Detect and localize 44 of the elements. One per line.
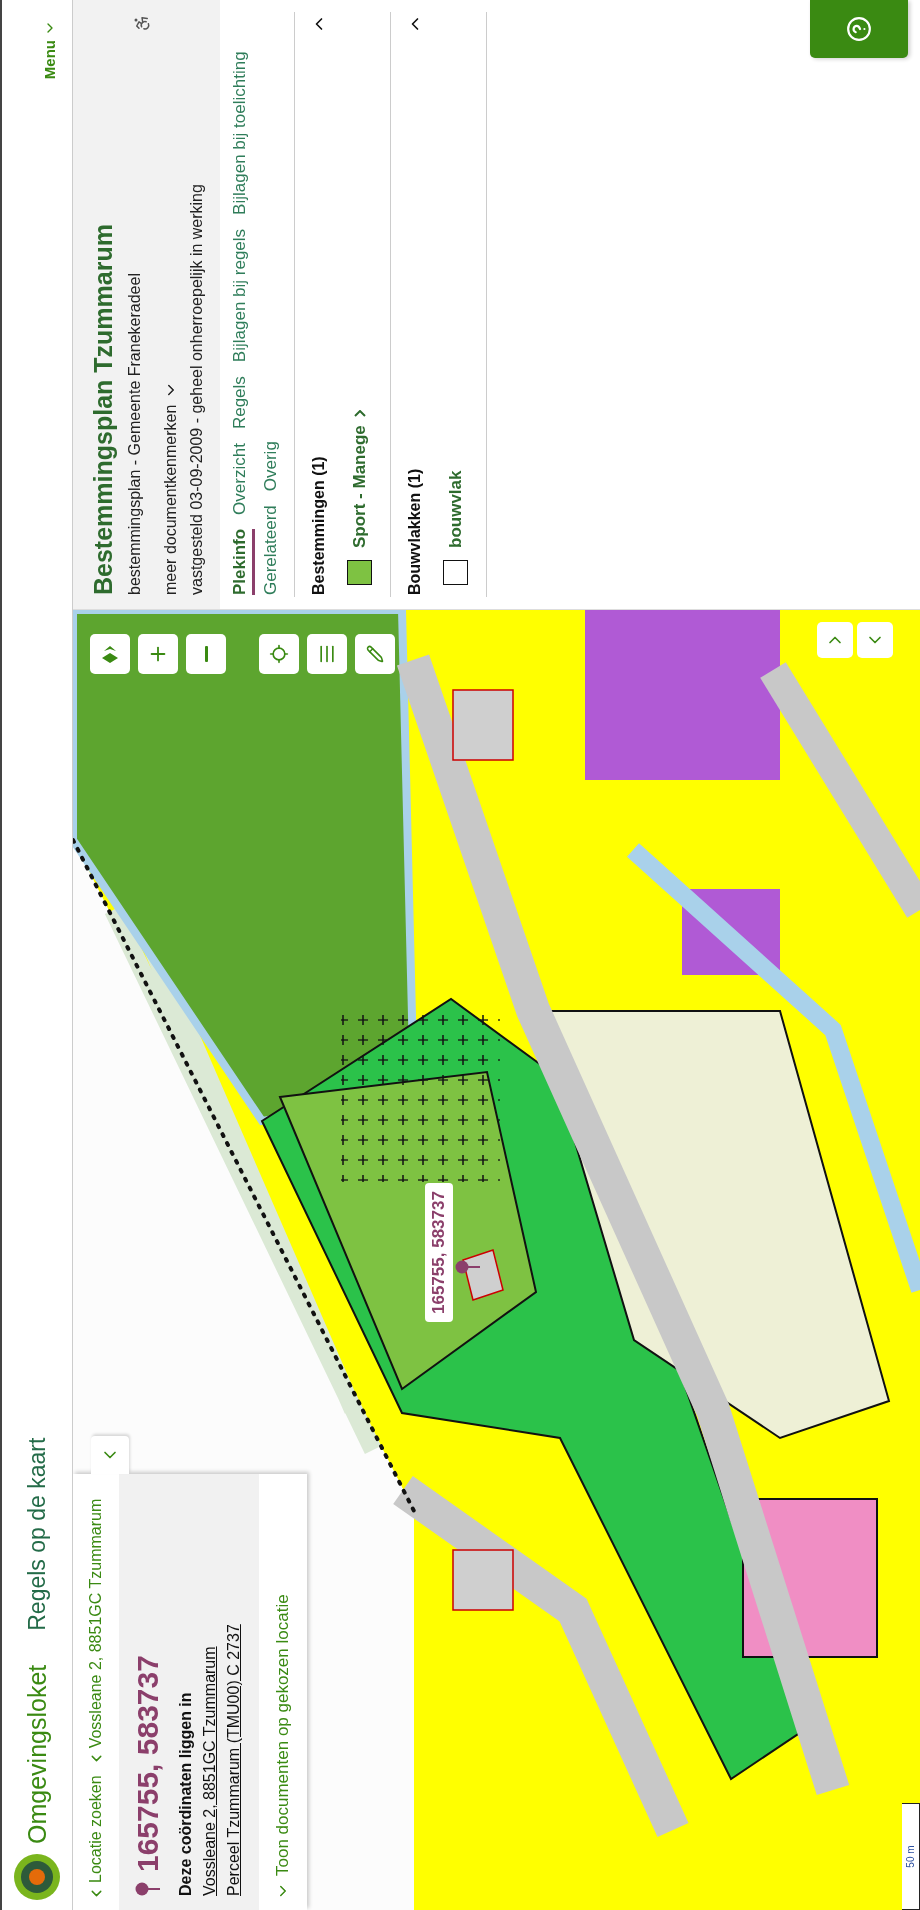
location-link[interactable]: Vossleane 2, 8851GC Tzummarum xyxy=(201,1646,219,1896)
tab[interactable]: Overzicht xyxy=(230,443,255,515)
plan-status: vastgesteld 03-09-2009 - geheel onherroepelijk in werking xyxy=(188,184,206,595)
logo-icon xyxy=(14,1854,60,1900)
legend-button[interactable] xyxy=(307,634,347,674)
show-documents-link[interactable]: Toon documenten op gekozen locatie xyxy=(259,1474,307,1910)
plan-subtitle: bestemmingsplan - Gemeente Franekeradeel xyxy=(126,273,144,595)
zoning-link[interactable]: Sport - Manege xyxy=(349,410,370,548)
tab[interactable]: Regels xyxy=(230,376,255,430)
app-title: Regels op de kaart xyxy=(23,1437,51,1631)
scale-bar: 50 m xyxy=(902,1803,920,1910)
menu-button[interactable]: Menu xyxy=(37,16,62,84)
accessibility-icon[interactable] xyxy=(133,14,151,32)
help-icon xyxy=(846,16,872,42)
zoom-in-button[interactable] xyxy=(138,634,178,674)
help-button[interactable] xyxy=(810,0,908,58)
tab[interactable]: Overig xyxy=(261,441,286,492)
breadcrumb-link[interactable]: Vossleane 2, 8851GC Tzummarum xyxy=(87,1498,105,1768)
more-properties-link[interactable]: meer documentkenmerken xyxy=(162,380,180,595)
layers-button[interactable] xyxy=(90,634,130,674)
tab[interactable]: Plekinfo xyxy=(230,528,255,595)
brand-name: Omgevingsloket xyxy=(22,1664,52,1844)
locate-icon xyxy=(269,644,289,664)
tab[interactable]: Bijlagen bij regels xyxy=(230,228,255,363)
list-icon xyxy=(317,644,337,664)
section-title: Bestemmingen (1) xyxy=(310,456,328,595)
coordinate-label: 165755, 583737 xyxy=(425,1183,453,1322)
layers-icon xyxy=(101,644,119,664)
zoning-link[interactable]: bouwvlak xyxy=(445,470,466,548)
plan-title: Bestemmingsplan Tzummarum xyxy=(89,223,118,595)
coordinates-heading: 165755, 583737 xyxy=(131,1655,165,1872)
tab[interactable]: Bijlagen bij toelichting xyxy=(230,51,255,215)
section-title: Bouwvlakken (1) xyxy=(406,468,424,595)
tab[interactable]: Gerelateerd xyxy=(261,505,286,595)
zoom-out-button[interactable] xyxy=(186,634,226,674)
draw-button[interactable] xyxy=(355,634,395,674)
pencil-icon xyxy=(366,645,384,663)
location-link[interactable]: Perceel Tzummarum (TMU00) C 2737 xyxy=(225,1624,243,1896)
location-pin-icon xyxy=(455,1260,481,1274)
minus-icon xyxy=(204,646,208,662)
breadcrumb-link[interactable]: Locatie zoeken xyxy=(87,1775,105,1902)
locate-button[interactable] xyxy=(259,634,299,674)
intro-text: Deze coördinaten liggen in xyxy=(177,1691,195,1896)
location-pin-icon xyxy=(135,1882,161,1896)
